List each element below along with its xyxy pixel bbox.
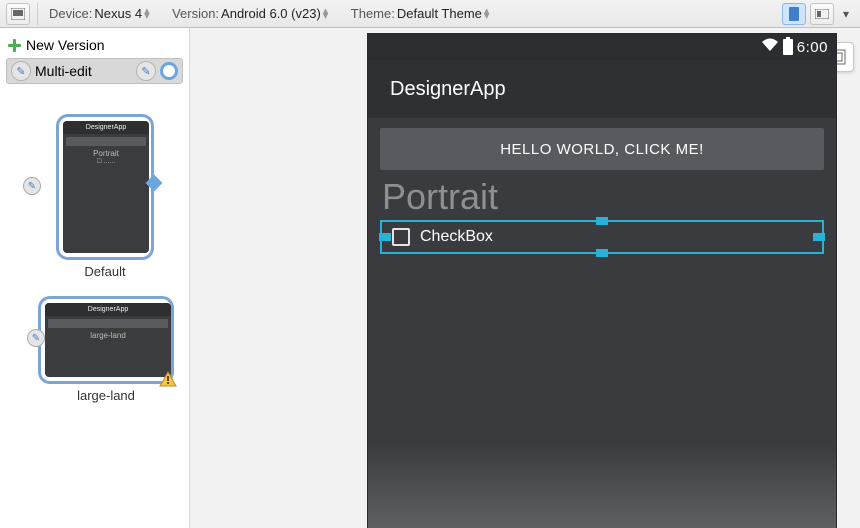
hello-world-button[interactable]: HELLO WORLD, CLICK ME! <box>380 128 824 170</box>
version-dropdown[interactable]: Version: Android 6.0 (v23) <box>168 6 333 21</box>
multi-edit-row[interactable]: ✎ Multi-edit ✎ <box>6 58 183 84</box>
thumb-button <box>48 319 168 328</box>
new-version-label: New Version <box>26 37 105 53</box>
configuration-thumbnails: ✎ DesignerApp Portrait ☐ …… Default ✎ <box>6 84 183 524</box>
checkbox-widget-selected[interactable]: CheckBox <box>380 220 824 254</box>
resize-handle-right[interactable] <box>813 233 825 241</box>
device-preview: 6:00 DesignerApp HELLO WORLD, CLICK ME! … <box>368 34 836 528</box>
dropdown-caret-icon <box>144 9 154 19</box>
checkbox-label: CheckBox <box>420 228 493 246</box>
orientation-portrait-button[interactable] <box>782 3 806 25</box>
resize-handle-top[interactable] <box>596 217 608 225</box>
thumb-button <box>66 137 146 146</box>
app-title: DesignerApp <box>390 78 506 101</box>
checkbox-box-icon <box>392 228 410 246</box>
preview-mode-icon[interactable] <box>6 3 30 25</box>
thumb-app-title: DesignerApp <box>63 121 149 134</box>
plus-icon <box>6 37 22 53</box>
hello-world-button-label: HELLO WORLD, CLICK ME! <box>500 141 704 158</box>
device-fade-overlay <box>368 444 836 528</box>
config-thumb-large-land[interactable]: ✎ DesignerApp large-land large-land <box>26 296 186 403</box>
textview-portrait[interactable]: Portrait <box>382 176 822 218</box>
thumb-inner-label: large-land <box>45 331 171 340</box>
configurations-sidebar: New Version ✎ Multi-edit ✎ ✎ DesignerApp… <box>0 28 190 528</box>
orientation-landscape-button[interactable] <box>810 3 834 25</box>
dropdown-caret-icon <box>484 9 494 19</box>
edit-action-icon[interactable]: ✎ <box>136 61 156 81</box>
android-status-bar: 6:00 <box>368 34 836 60</box>
version-value: Android 6.0 (v23) <box>221 6 321 21</box>
theme-dropdown[interactable]: Theme: Default Theme <box>347 6 494 21</box>
pencil-icon[interactable]: ✎ <box>23 177 41 195</box>
record-ring-icon[interactable] <box>160 62 178 80</box>
theme-label: Theme: <box>351 6 395 21</box>
design-canvas[interactable]: 6:00 DesignerApp HELLO WORLD, CLICK ME! … <box>190 28 860 528</box>
config-thumb-label: large-land <box>26 388 186 403</box>
multi-edit-label: Multi-edit <box>35 63 92 79</box>
version-label: Version: <box>172 6 219 21</box>
thumb-inner-label: Portrait <box>63 149 149 158</box>
status-time: 6:00 <box>797 39 828 56</box>
device-label: Device: <box>49 6 92 21</box>
resize-handle-left[interactable] <box>379 233 391 241</box>
theme-value: Default Theme <box>397 6 482 21</box>
thumb-checkbox: ☐ …… <box>63 158 149 165</box>
config-thumb-default[interactable]: ✎ DesignerApp Portrait ☐ …… Default <box>50 114 160 279</box>
pencil-icon[interactable]: ✎ <box>27 329 45 347</box>
thumb-app-title: DesignerApp <box>45 303 171 316</box>
toolbar-separator <box>37 3 38 25</box>
toolbar-more-dropdown[interactable]: ▾ <box>838 3 854 25</box>
warning-icon <box>159 371 177 387</box>
config-thumb-label: Default <box>50 264 160 279</box>
resize-handle-bottom[interactable] <box>596 249 608 257</box>
dropdown-caret-icon <box>323 9 333 19</box>
top-toolbar: Device: Nexus 4 Version: Android 6.0 (v2… <box>0 0 860 28</box>
new-version-button[interactable]: New Version <box>6 32 183 58</box>
app-bar: DesignerApp <box>368 60 836 118</box>
battery-icon <box>783 39 793 55</box>
device-value: Nexus 4 <box>94 6 142 21</box>
wifi-icon <box>761 38 779 56</box>
pencil-icon: ✎ <box>11 61 31 81</box>
device-dropdown[interactable]: Device: Nexus 4 <box>45 6 154 21</box>
